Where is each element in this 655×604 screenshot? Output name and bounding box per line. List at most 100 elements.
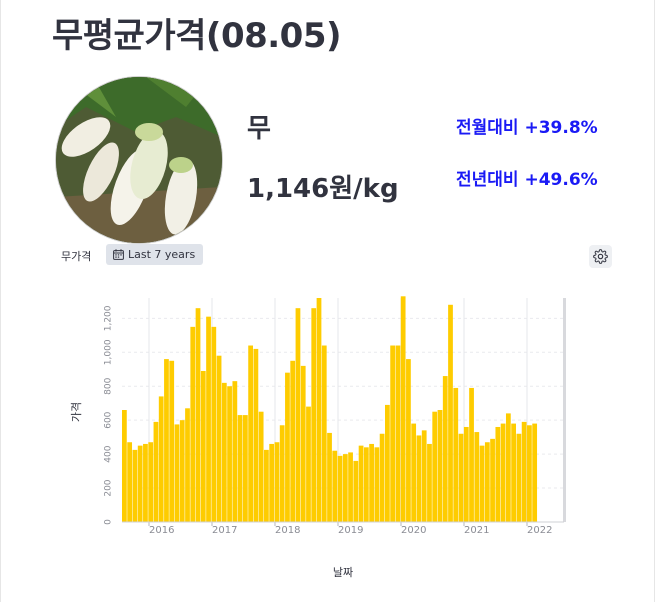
price-bar[interactable] <box>395 345 401 522</box>
price-bar[interactable] <box>279 425 285 522</box>
price-bar[interactable] <box>332 450 338 522</box>
radish-photo <box>55 76 223 244</box>
price-bar[interactable] <box>311 308 317 522</box>
price-bar[interactable] <box>527 425 532 522</box>
month-over-month-change: 전월대비 +39.8% <box>456 118 598 138</box>
price-bar-chart: 0 200 400 600 800 1,000 1,200 2016 2017 2018 2019 2… <box>70 296 566 579</box>
price-bar[interactable] <box>216 355 222 522</box>
price-bar[interactable] <box>463 426 469 522</box>
price-bar[interactable] <box>421 430 427 522</box>
price-bar[interactable] <box>290 360 296 522</box>
price-bar[interactable] <box>227 386 232 522</box>
price-bar[interactable] <box>495 426 501 522</box>
price-bar[interactable] <box>169 360 175 522</box>
price-bar[interactable] <box>406 359 411 522</box>
price-bar[interactable] <box>153 421 159 522</box>
price-bar[interactable] <box>190 326 196 522</box>
price-bar[interactable] <box>390 345 396 522</box>
x-tick-label: 2018 <box>275 525 300 536</box>
price-bar[interactable] <box>374 447 380 522</box>
price-bar[interactable] <box>369 443 374 522</box>
price-bar[interactable] <box>221 382 227 522</box>
price-bar[interactable] <box>300 365 306 522</box>
price-bar[interactable] <box>416 435 422 522</box>
price-bar[interactable] <box>505 413 511 522</box>
calendar-icon <box>113 249 124 260</box>
x-axis-label: 날짜 <box>333 566 353 579</box>
price-bar[interactable] <box>337 455 343 522</box>
price-bar[interactable] <box>474 432 480 522</box>
price-bar[interactable] <box>532 423 538 522</box>
price-bar[interactable] <box>143 443 148 522</box>
price-bar[interactable] <box>484 442 490 522</box>
price-bar[interactable] <box>453 387 459 522</box>
price-bar[interactable] <box>516 433 522 522</box>
price-bar[interactable] <box>206 316 211 522</box>
x-tick-label: 2017 <box>212 525 237 536</box>
price-bar[interactable] <box>400 296 406 522</box>
price-bar[interactable] <box>200 370 206 522</box>
chart-settings-button[interactable] <box>589 245 612 268</box>
price-bar[interactable] <box>379 433 385 522</box>
product-price: 1,146원/kg <box>247 174 399 204</box>
price-bar[interactable] <box>269 443 275 522</box>
price-bar[interactable] <box>258 411 264 522</box>
price-bar[interactable] <box>174 424 180 522</box>
price-bar[interactable] <box>137 445 143 522</box>
price-bar[interactable] <box>342 454 348 522</box>
x-tick-label: 2022 <box>527 525 552 536</box>
price-bar[interactable] <box>442 376 448 522</box>
price-bar[interactable] <box>179 420 185 522</box>
price-bar[interactable] <box>248 345 253 522</box>
price-bar[interactable] <box>253 348 259 522</box>
price-bar[interactable] <box>148 442 154 522</box>
price-bar[interactable] <box>469 387 474 522</box>
price-bar[interactable] <box>327 432 332 522</box>
price-bar[interactable] <box>185 408 190 522</box>
price-bar[interactable] <box>385 404 390 522</box>
price-bar[interactable] <box>363 447 369 522</box>
price-bar[interactable] <box>232 381 238 522</box>
price-bar[interactable] <box>358 445 364 522</box>
x-tick-label: 2021 <box>464 525 489 536</box>
price-bar[interactable] <box>132 449 138 522</box>
price-bar[interactable] <box>500 423 506 522</box>
price-bar[interactable] <box>490 438 495 522</box>
price-bar[interactable] <box>264 449 269 522</box>
price-bar[interactable] <box>195 308 201 522</box>
price-bar[interactable] <box>211 326 217 522</box>
price-bar[interactable] <box>158 396 164 522</box>
price-bar[interactable] <box>306 406 311 522</box>
price-bar[interactable] <box>521 421 527 522</box>
price-bar[interactable] <box>511 423 516 522</box>
price-bar[interactable] <box>274 442 280 522</box>
price-bar[interactable] <box>479 445 485 522</box>
price-bar[interactable] <box>427 443 432 522</box>
date-range-label: Last 7 years <box>128 248 196 261</box>
price-bar[interactable] <box>448 304 453 522</box>
price-bar[interactable] <box>437 410 443 522</box>
price-bar[interactable] <box>285 372 290 522</box>
price-bar[interactable] <box>122 410 127 522</box>
x-tick-label: 2019 <box>338 525 363 536</box>
date-range-button[interactable]: Last 7 years <box>106 244 204 265</box>
y-tick-label: 0 <box>104 519 114 525</box>
price-bar[interactable] <box>411 423 417 522</box>
price-bar[interactable] <box>432 411 438 522</box>
price-bar[interactable] <box>242 415 248 522</box>
y-tick-label: 400 <box>104 445 114 462</box>
price-bar[interactable] <box>237 415 243 522</box>
x-tick-label: 2016 <box>149 525 174 536</box>
price-bar[interactable] <box>321 345 327 522</box>
price-bar[interactable] <box>316 298 322 522</box>
y-tick-label: 1,000 <box>104 339 114 365</box>
y-axis-label: 가격 <box>70 402 83 422</box>
price-bar[interactable] <box>127 442 133 522</box>
x-tick-label: 2020 <box>401 525 426 536</box>
price-bar[interactable] <box>348 452 353 522</box>
price-bar[interactable] <box>164 359 169 522</box>
y-tick-label: 1,200 <box>104 305 114 331</box>
price-bar[interactable] <box>458 433 464 522</box>
price-bar[interactable] <box>295 308 301 522</box>
price-bar[interactable] <box>353 460 359 522</box>
